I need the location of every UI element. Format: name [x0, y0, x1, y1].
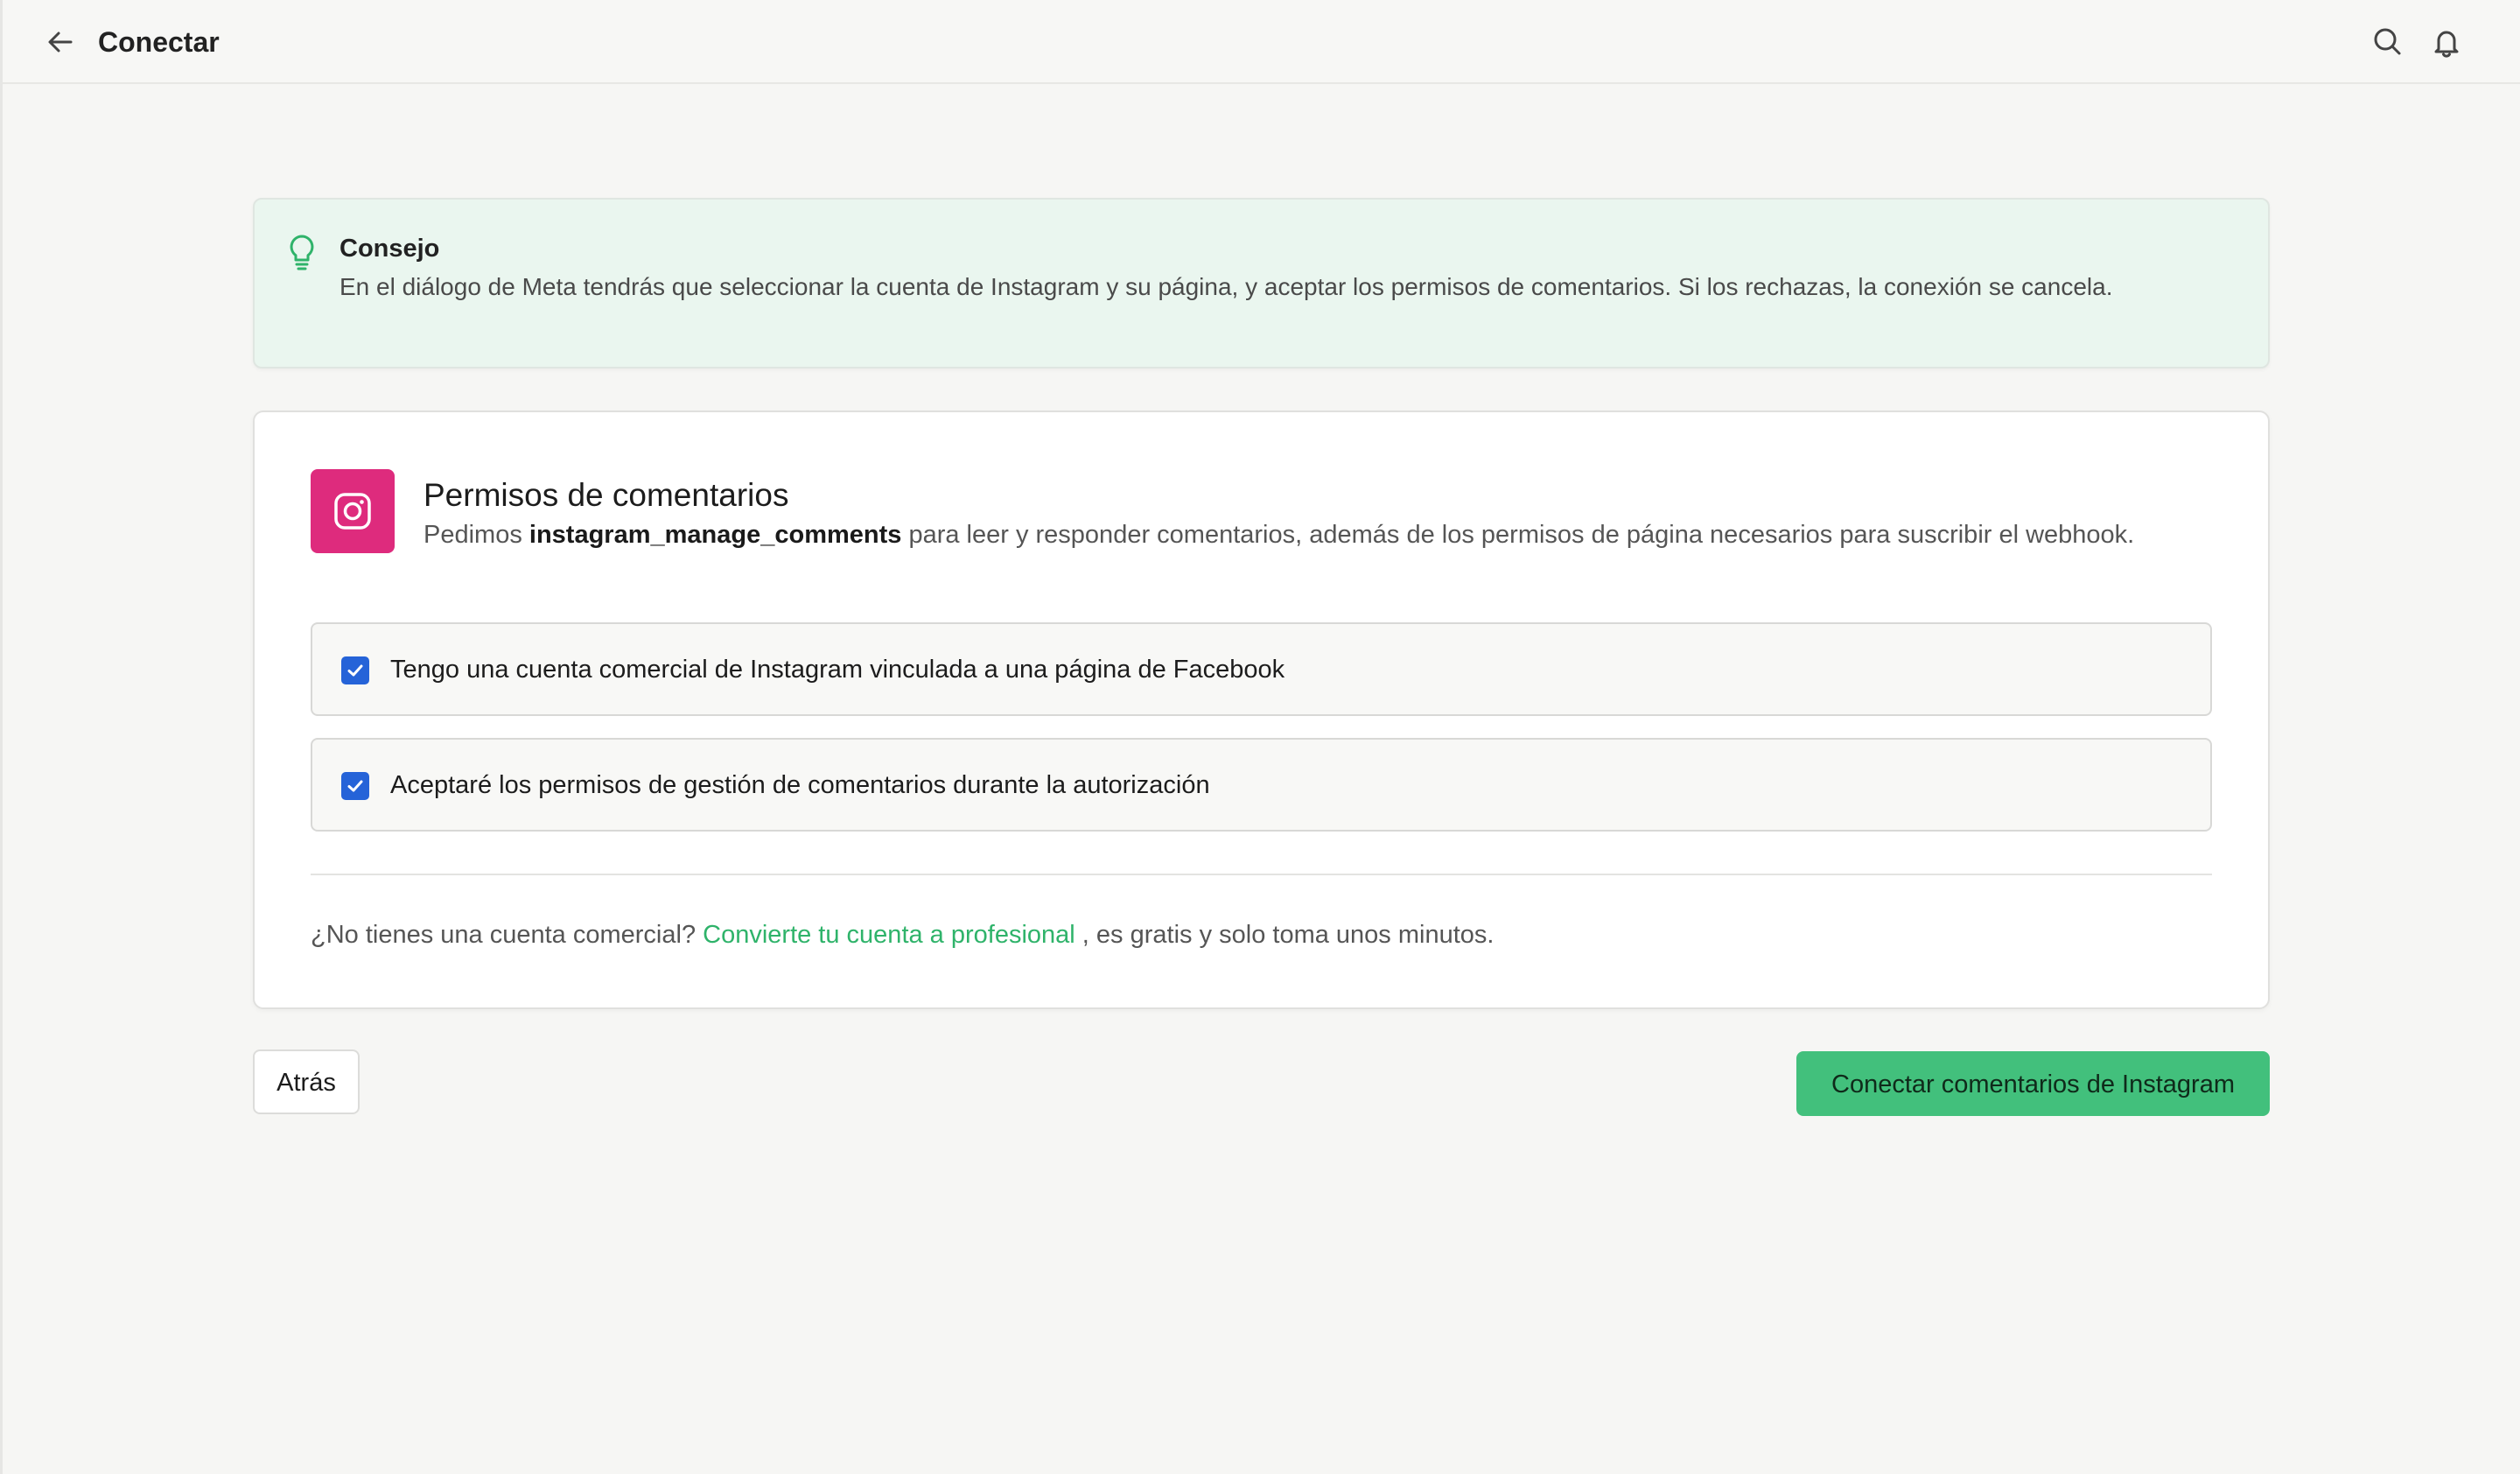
page-title: Conectar: [98, 26, 220, 58]
instagram-badge: [311, 469, 395, 553]
check-icon: [347, 664, 363, 677]
card-description: Pedimos instagram_manage_comments para l…: [424, 517, 2134, 552]
tip-body: En el diálogo de Meta tendrás que selecc…: [340, 273, 2113, 300]
checkbox[interactable]: [341, 772, 369, 800]
bell-icon[interactable]: [2429, 25, 2464, 60]
back-button[interactable]: Atrás: [253, 1049, 360, 1114]
card-title: Permisos de comentarios: [424, 477, 789, 513]
instagram-icon: [334, 493, 371, 530]
lightbulb-icon: [286, 233, 318, 271]
convert-account-link[interactable]: Convierte tu cuenta a profesional: [703, 921, 1075, 949]
checkbox-label: Aceptaré los permisos de gestión de come…: [390, 771, 1210, 799]
permission-scope: instagram_manage_comments: [528, 521, 902, 549]
accept-permissions-checkbox-row[interactable]: Aceptaré los permisos de gestión de come…: [311, 738, 2212, 832]
permissions-card: Permisos de comentarios Pedimos instagra…: [253, 411, 2270, 1009]
checkbox[interactable]: [341, 656, 369, 684]
desc-suffix: para leer y responder comentarios, ademá…: [901, 521, 2135, 549]
footer-note: ¿No tienes una cuenta comercial? Convier…: [311, 917, 1494, 952]
checkbox-label: Tengo una cuenta comercial de Instagram …: [390, 656, 1285, 684]
footer-suffix: , es gratis y solo toma unos minutos.: [1074, 921, 1494, 949]
footer-prefix: ¿No tienes una cuenta comercial?: [311, 921, 704, 949]
connect-instagram-comments-button[interactable]: Conectar comentarios de Instagram: [1796, 1051, 2270, 1116]
check-icon: [347, 780, 363, 792]
search-icon[interactable]: [2370, 25, 2405, 60]
divider: [311, 874, 2212, 875]
left-border: [0, 0, 3, 1474]
arrow-left-icon[interactable]: [43, 25, 78, 60]
desc-prefix: Pedimos: [424, 521, 529, 549]
tip-title: Consejo: [340, 235, 440, 263]
tip-box: Consejo En el diálogo de Meta tendrás qu…: [253, 198, 2270, 368]
business-account-checkbox-row[interactable]: Tengo una cuenta comercial de Instagram …: [311, 622, 2212, 716]
top-bar: Conectar: [3, 0, 2520, 84]
